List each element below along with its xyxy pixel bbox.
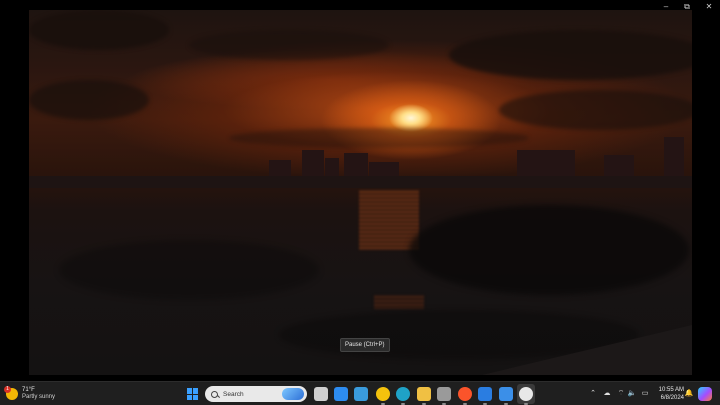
close-button[interactable]: ✕: [698, 0, 720, 14]
sun-cloud-icon: 1: [4, 386, 18, 400]
search-highlight-icon: [282, 388, 304, 400]
file-explorer-icon[interactable]: [417, 387, 431, 401]
tray-overflow-button[interactable]: ⌃: [588, 382, 598, 405]
mail-icon[interactable]: [478, 387, 492, 401]
windows-logo-tile: [193, 388, 198, 394]
clock-time: 10:55 AM: [658, 387, 684, 393]
video-frame[interactable]: [29, 10, 692, 375]
notepad-icon[interactable]: [354, 387, 368, 401]
search-icon: [211, 390, 218, 398]
wave-shape: [409, 205, 689, 295]
onedrive-icon[interactable]: ☁: [602, 382, 612, 405]
task-view-icon[interactable]: [314, 387, 328, 401]
clock-date: 6/8/2024: [660, 395, 684, 401]
weather-text: 71°F Partly sunny: [22, 387, 55, 401]
sun-reflection-lower: [374, 295, 424, 309]
notification-badge: 1: [4, 386, 11, 393]
media-player-active-icon[interactable]: [519, 387, 533, 401]
windows-logo-tile: [187, 388, 192, 394]
windows-logo-tile: [187, 394, 192, 400]
cloud-shape: [29, 10, 169, 50]
cloud-shape: [449, 30, 692, 80]
clock[interactable]: 10:55 AM 6/8/2024: [654, 386, 684, 402]
sun-reflection: [359, 190, 419, 250]
search-box[interactable]: Search: [205, 386, 307, 402]
taskbar: 1 71°F Partly sunny Search ⌃ ☁ ⌔ 🔈 ▭ 10:…: [0, 381, 720, 405]
wifi-icon[interactable]: ⌔: [616, 382, 626, 405]
search-label: Search: [223, 390, 244, 398]
cloud-shape: [229, 128, 529, 148]
start-button[interactable]: [187, 388, 199, 400]
wave-shape: [59, 240, 319, 300]
media-player-icon[interactable]: [437, 387, 451, 401]
weather-temperature: 71°F: [22, 387, 35, 393]
shoreline-strip: [29, 176, 692, 188]
desktop: – ⧉ ✕ Pause (Ctrl+P) 1 71°F Partly sunny…: [0, 0, 720, 405]
weather-widget[interactable]: 1 71°F Partly sunny: [4, 385, 55, 403]
calendar-icon[interactable]: [499, 387, 513, 401]
notification-bell-icon[interactable]: 🔔: [684, 382, 694, 405]
skyline-building: [664, 137, 684, 180]
chrome-canary-icon[interactable]: [376, 387, 390, 401]
volume-icon[interactable]: 🔈: [627, 382, 637, 405]
battery-icon[interactable]: ▭: [640, 382, 650, 405]
chart-app-icon[interactable]: [334, 387, 348, 401]
brave-icon[interactable]: [458, 387, 472, 401]
windows-logo-tile: [193, 394, 198, 400]
weather-description: Partly sunny: [22, 394, 56, 400]
edge-icon[interactable]: [396, 387, 410, 401]
cloud-shape: [29, 80, 149, 120]
copilot-icon[interactable]: [698, 387, 712, 401]
pause-tooltip: Pause (Ctrl+P): [340, 338, 390, 352]
cloud-shape: [499, 90, 692, 130]
cloud-shape: [189, 30, 389, 60]
